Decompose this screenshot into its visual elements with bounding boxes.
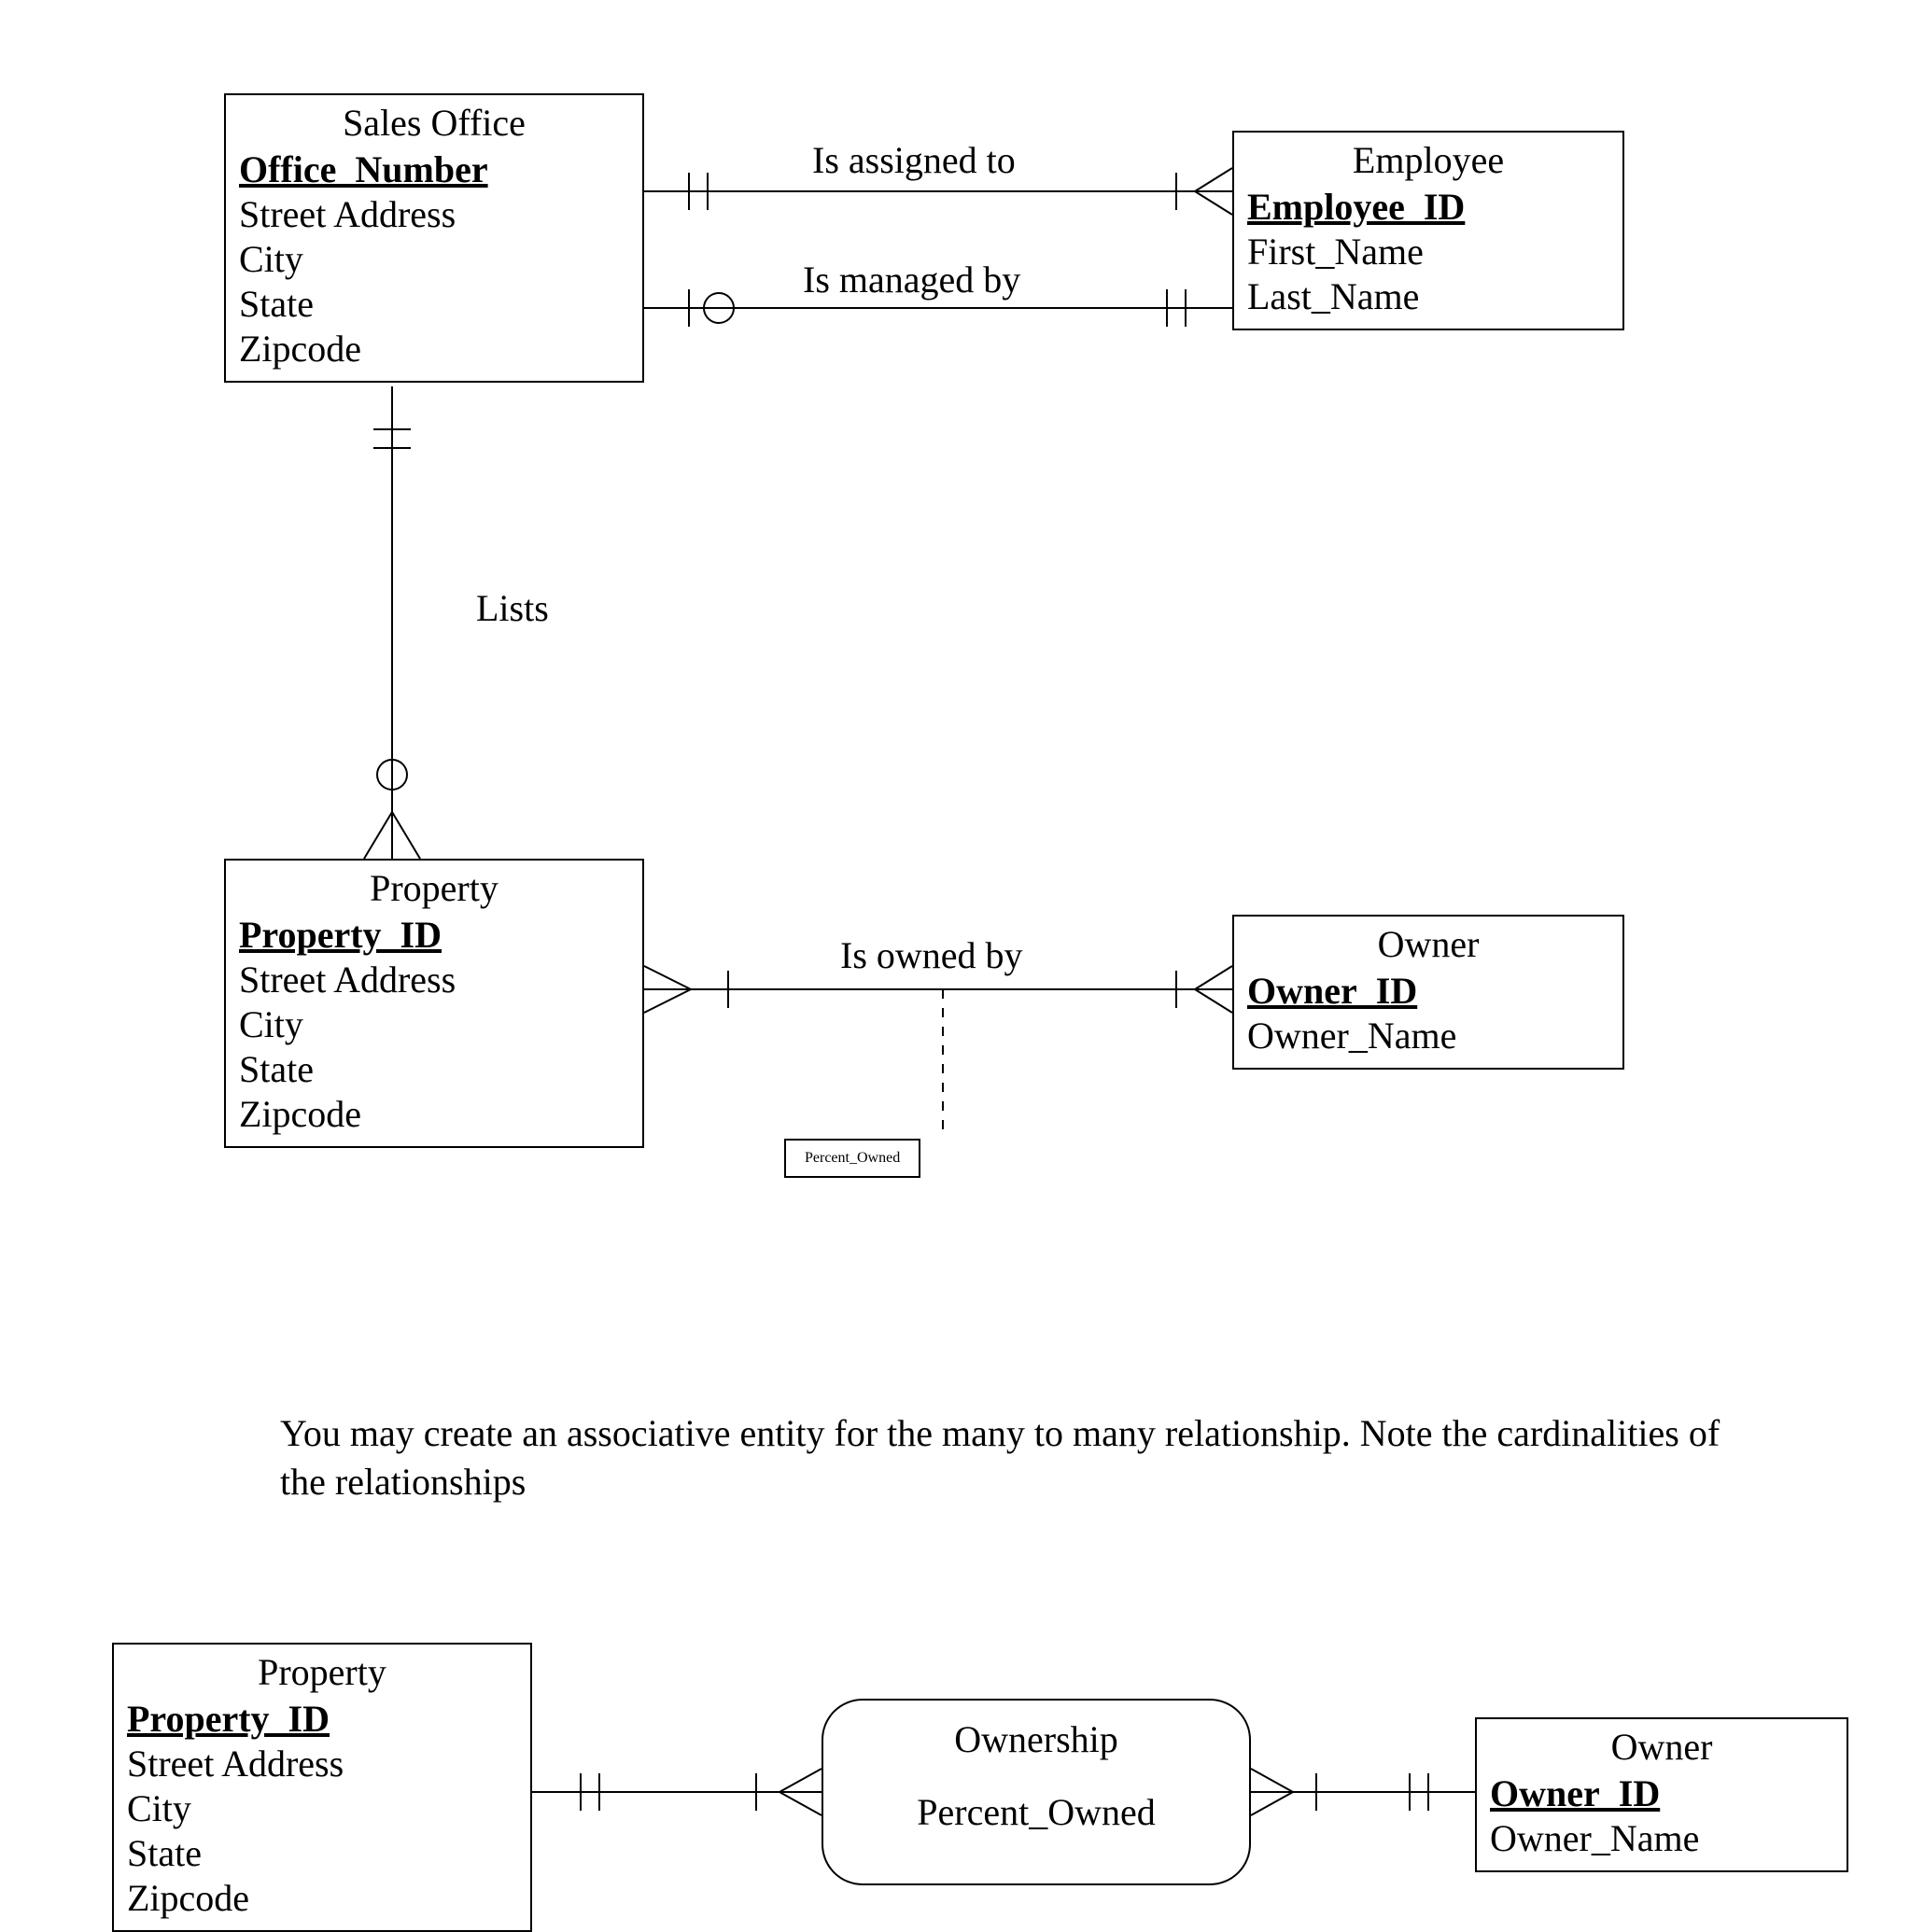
entity-employee: Employee Employee_ID First_Name Last_Nam… [1232,131,1624,330]
rel-label-assigned: Is assigned to [812,140,1016,181]
entity-name: Owner [1490,1725,1833,1770]
entity-name: Employee [1247,138,1609,183]
entity-attr: Street Address [239,192,629,237]
entity-attr: City [127,1786,517,1831]
entity-property-2: Property Property_ID Street Address City… [112,1643,532,1932]
entity-attr: Street Address [127,1742,517,1786]
attr-text: Percent_Owned [805,1150,900,1166]
entity-name: Property [239,866,629,911]
entity-pk: Property_ID [127,1697,517,1742]
rel-label-owned: Is owned by [840,935,1023,976]
entity-name: Sales Office [239,101,629,146]
rel-label-managed: Is managed by [803,259,1020,301]
entity-attr: Last_Name [1247,274,1609,319]
entity-name: Property [127,1650,517,1695]
assoc-attr: Percent_Owned [851,1790,1221,1835]
entity-pk: Owner_ID [1490,1771,1833,1816]
entity-attr: First_Name [1247,230,1609,274]
rel-label-lists: Lists [476,588,549,629]
entity-sales-office: Sales Office Office_Number Street Addres… [224,93,644,383]
entity-attr: State [239,1047,629,1092]
erd-canvas: Sales Office Office_Number Street Addres… [0,0,1910,1890]
entity-pk: Office_Number [239,147,629,192]
entity-property: Property Property_ID Street Address City… [224,859,644,1148]
entity-attr: State [127,1831,517,1876]
entity-attr: City [239,1002,629,1047]
entity-attr: Zipcode [239,327,629,371]
entity-attr: Zipcode [239,1092,629,1137]
entity-pk: Employee_ID [1247,185,1609,230]
entity-attr: Zipcode [127,1876,517,1921]
note-text: You may create an associative entity for… [280,1409,1774,1506]
assoc-ownership: Ownership Percent_Owned [822,1699,1251,1885]
entity-pk: Owner_ID [1247,969,1609,1014]
entity-attr: City [239,237,629,282]
assoc-name: Ownership [851,1717,1221,1762]
entity-name: Owner [1247,922,1609,967]
entity-attr: Owner_Name [1247,1014,1609,1058]
entity-attr: State [239,282,629,327]
entity-owner-2: Owner Owner_ID Owner_Name [1475,1717,1848,1872]
entity-attr: Owner_Name [1490,1816,1833,1861]
entity-attr: Street Address [239,958,629,1002]
entity-owner: Owner Owner_ID Owner_Name [1232,915,1624,1070]
entity-pk: Property_ID [239,913,629,958]
rel-attr-percent-owned: Percent_Owned [784,1139,920,1178]
